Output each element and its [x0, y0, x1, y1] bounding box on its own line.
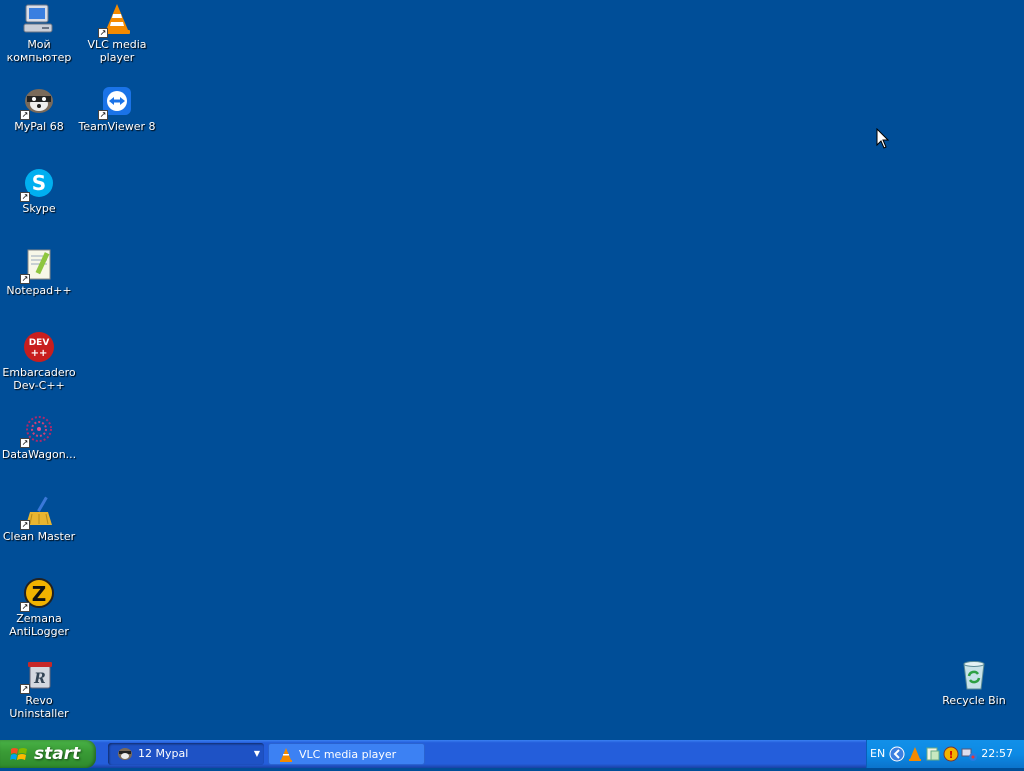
desktop-icon-skype[interactable]: S ↗ Skype: [0, 166, 78, 215]
svg-text:R: R: [33, 671, 46, 687]
svg-text:DEV: DEV: [29, 338, 50, 348]
shortcut-arrow-icon: ↗: [20, 192, 30, 202]
vlc-tray-icon[interactable]: [907, 746, 923, 762]
desktop-icon-label: Zemana AntiLogger: [9, 612, 69, 638]
desktop-icon-clean-master[interactable]: ↗ Clean Master: [0, 494, 78, 543]
taskbar-button-vlc[interactable]: VLC media player: [268, 743, 425, 765]
desktop-icon-label: Embarcadero Dev-C++: [2, 366, 76, 392]
shortcut-arrow-icon: ↗: [20, 274, 30, 284]
language-indicator[interactable]: EN: [870, 747, 885, 760]
taskbar-button-mypal[interactable]: 12 Mypal ▼: [108, 743, 264, 765]
back-arrow-icon[interactable]: [889, 746, 905, 762]
skype-icon: S ↗: [20, 166, 56, 202]
shortcut-arrow-icon: ↗: [98, 28, 108, 38]
desktop-icon-label: Notepad++: [6, 284, 72, 297]
desktop-icon-notepadpp[interactable]: ↗ Notepad++: [0, 248, 78, 297]
teamviewer-icon: ↗: [98, 84, 134, 120]
vlc-icon: [278, 747, 294, 763]
clock[interactable]: 22:57: [981, 747, 1013, 760]
desktop-icon-vlc[interactable]: ↗ VLC media player: [78, 2, 156, 64]
security-alert-icon[interactable]: !: [943, 746, 959, 762]
taskbar-button-label: VLC media player: [299, 748, 397, 761]
desktop-icon-zemana[interactable]: Z ↗ Zemana AntiLogger: [0, 576, 78, 638]
shortcut-arrow-icon: ↗: [20, 520, 30, 530]
zemana-icon: Z ↗: [20, 576, 56, 612]
datawagon-icon: ↗: [20, 412, 56, 448]
svg-text:!: !: [949, 750, 954, 761]
shortcut-arrow-icon: ↗: [98, 110, 108, 120]
desktop-icon-label: MyPal 68: [14, 120, 64, 133]
mouse-cursor-icon: [876, 127, 890, 150]
desktop-icon-devcpp[interactable]: DEV ++ Embarcadero Dev-C++: [0, 330, 78, 392]
shortcut-arrow-icon: ↗: [20, 602, 30, 612]
desktop-icon-label: DataWagon...: [1, 448, 77, 461]
vlc-icon: ↗: [98, 2, 134, 38]
desktop-icon-label: Revo Uninstaller: [9, 694, 69, 720]
recycle-bin-icon: [957, 658, 991, 692]
devcpp-icon: DEV ++: [22, 330, 56, 364]
desktop-icon-label: Recycle Bin: [942, 694, 1006, 707]
mypal-icon: ↗: [20, 84, 56, 120]
shortcut-arrow-icon: ↗: [20, 438, 30, 448]
my-computer-icon: [22, 2, 56, 36]
network-connections-icon[interactable]: [961, 746, 977, 762]
desktop[interactable]: Мой компьютер ↗ VLC media player ↗ MyPal…: [0, 0, 1024, 740]
shortcut-arrow-icon: ↗: [20, 684, 30, 694]
start-button[interactable]: start: [0, 740, 96, 768]
start-label: start: [34, 744, 81, 764]
shortcut-arrow-icon: ↗: [20, 110, 30, 120]
desktop-icon-teamviewer[interactable]: ↗ TeamViewer 8: [78, 84, 156, 133]
svg-text:S: S: [32, 171, 46, 195]
desktop-icon-label: TeamViewer 8: [78, 120, 156, 133]
desktop-icon-recycle-bin[interactable]: Recycle Bin: [935, 658, 1013, 707]
taskbar-button-label: 12 Mypal: [138, 747, 189, 760]
network-icon[interactable]: [925, 746, 941, 762]
notepad-plus-plus-icon: ↗: [20, 248, 56, 284]
desktop-icon-label: Skype: [22, 202, 56, 215]
desktop-icon-label: Мой компьютер: [6, 38, 72, 64]
windows-logo-icon: [10, 746, 27, 762]
desktop-icon-label: Clean Master: [2, 530, 76, 543]
desktop-icon-my-computer[interactable]: Мой компьютер: [0, 2, 78, 64]
system-tray: EN ! 22:57: [866, 740, 1024, 768]
desktop-icon-label: VLC media player: [87, 38, 147, 64]
svg-text:++: ++: [31, 348, 48, 359]
taskbar: start 12 Mypal ▼ VLC media player EN ! 2…: [0, 740, 1024, 768]
chevron-down-icon: ▼: [253, 749, 260, 758]
revo-uninstaller-icon: R ↗: [20, 658, 56, 694]
desktop-icon-datawagon[interactable]: ↗ DataWagon...: [0, 412, 78, 461]
svg-text:Z: Z: [32, 582, 47, 606]
desktop-icon-revo-uninstaller[interactable]: R ↗ Revo Uninstaller: [0, 658, 78, 720]
desktop-icon-mypal[interactable]: ↗ MyPal 68: [0, 84, 78, 133]
mypal-icon: [117, 746, 133, 762]
clean-master-icon: ↗: [20, 494, 56, 530]
